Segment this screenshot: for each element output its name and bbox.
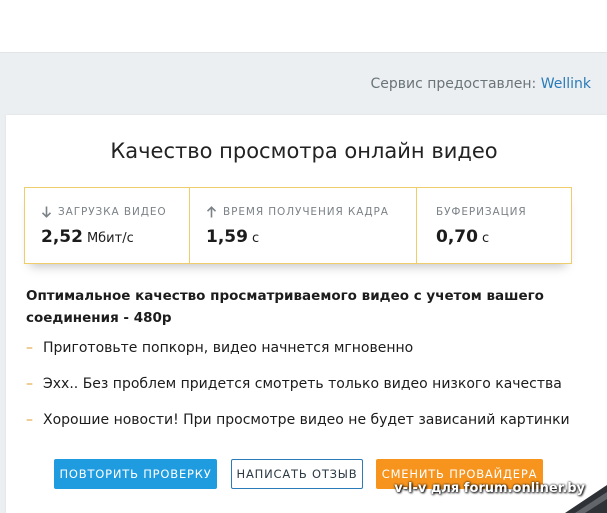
metric-label: БУФЕРИЗАЦИЯ [436,206,527,218]
metric-label: ВРЕМЯ ПОЛУЧЕНИЯ КАДРА [223,206,389,218]
tip-text: Приготовьте попкорн, видео начнется мгно… [43,340,414,356]
metrics-panel: ЗАГРУЗКА ВИДЕО 2,52 Мбит/с ВРЕМЯ ПОЛУЧЕНИ… [24,187,572,264]
list-item: – Эхх.. Без проблем придется смотреть то… [26,376,596,412]
watermark-logo [565,485,607,513]
arrow-down-icon [41,206,52,218]
tip-text: Эхх.. Без проблем придется смотреть толь… [43,376,562,392]
list-item: – Приготовьте попкорн, видео начнется мг… [26,340,596,376]
metric-label: ЗАГРУЗКА ВИДЕО [58,206,167,218]
watermark-text: v-l-v для forum.onliner.by [394,481,585,496]
provider-label: Сервис предоставлен: [370,76,537,92]
metric-value: 1,59 [206,227,248,247]
tips-list: – Приготовьте попкорн, видео начнется мг… [26,340,596,448]
bullet-dash: – [26,340,33,356]
metric-frame-time: ВРЕМЯ ПОЛУЧЕНИЯ КАДРА 1,59 с [189,188,416,263]
metric-unit: с [481,231,490,246]
metric-buffering: БУФЕРИЗАЦИЯ 0,70 с [416,188,571,263]
bullet-dash: – [26,412,33,428]
metric-unit: Мбит/с [86,231,134,246]
bullet-dash: – [26,376,33,392]
header-divider [0,52,607,53]
metric-video-download: ЗАГРУЗКА ВИДЕО 2,52 Мбит/с [25,188,189,263]
tip-text: Хорошие новости! При просмотре видео не … [43,412,570,428]
write-review-button[interactable]: НАПИСАТЬ ОТЗЫВ [231,459,363,489]
provider-link[interactable]: Wellink [541,76,591,92]
list-item: – Хорошие новости! При просмотре видео н… [26,412,596,448]
card-title: Качество просмотра онлайн видео [110,139,498,163]
provider-info: Сервис предоставлен: Wellink [370,76,591,92]
metric-value: 2,52 [41,227,83,247]
metric-unit: с [251,231,260,246]
metric-value: 0,70 [436,227,478,247]
retry-test-button[interactable]: ПОВТОРИТЬ ПРОВЕРКУ [54,459,217,489]
arrow-up-icon [206,206,217,218]
video-quality-card: Качество просмотра онлайн видео ЗАГРУЗКА… [6,115,607,513]
quality-summary: Оптимальное качество просматриваемого ви… [26,288,544,326]
top-header-area [0,0,607,52]
